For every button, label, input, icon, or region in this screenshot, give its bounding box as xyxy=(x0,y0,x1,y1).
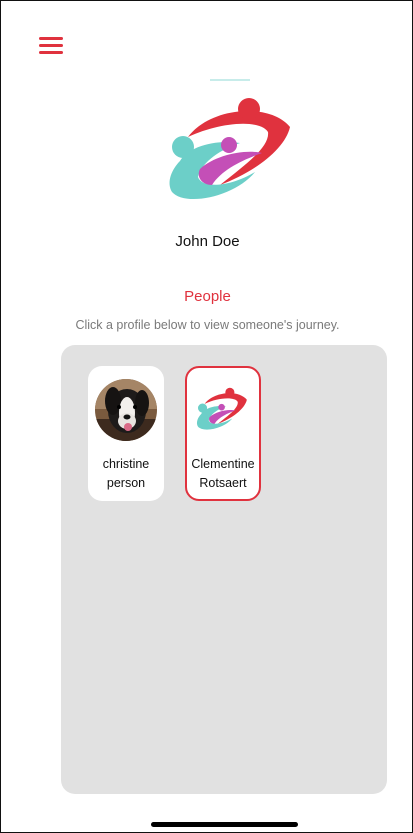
family-logo-icon xyxy=(169,79,290,200)
profile-card-name: Clementine Rotsaert xyxy=(191,457,255,490)
profile-card-name: christine person xyxy=(102,457,150,490)
people-instructions: Click a profile below to view someone's … xyxy=(75,318,340,332)
dog-photo-avatar xyxy=(95,379,157,441)
app-screen: John Doe People Click a profile below to… xyxy=(0,0,413,833)
home-indicator[interactable] xyxy=(151,822,298,827)
people-panel: christine person Clementine Rotsaert xyxy=(61,345,387,794)
user-name: John Doe xyxy=(175,233,240,250)
people-section-title: People xyxy=(184,288,231,305)
hamburger-menu-icon[interactable] xyxy=(39,37,63,54)
profile-card-christine[interactable]: christine person xyxy=(88,366,164,501)
family-logo-avatar xyxy=(196,387,247,430)
profile-card-clementine[interactable]: Clementine Rotsaert xyxy=(185,366,261,501)
